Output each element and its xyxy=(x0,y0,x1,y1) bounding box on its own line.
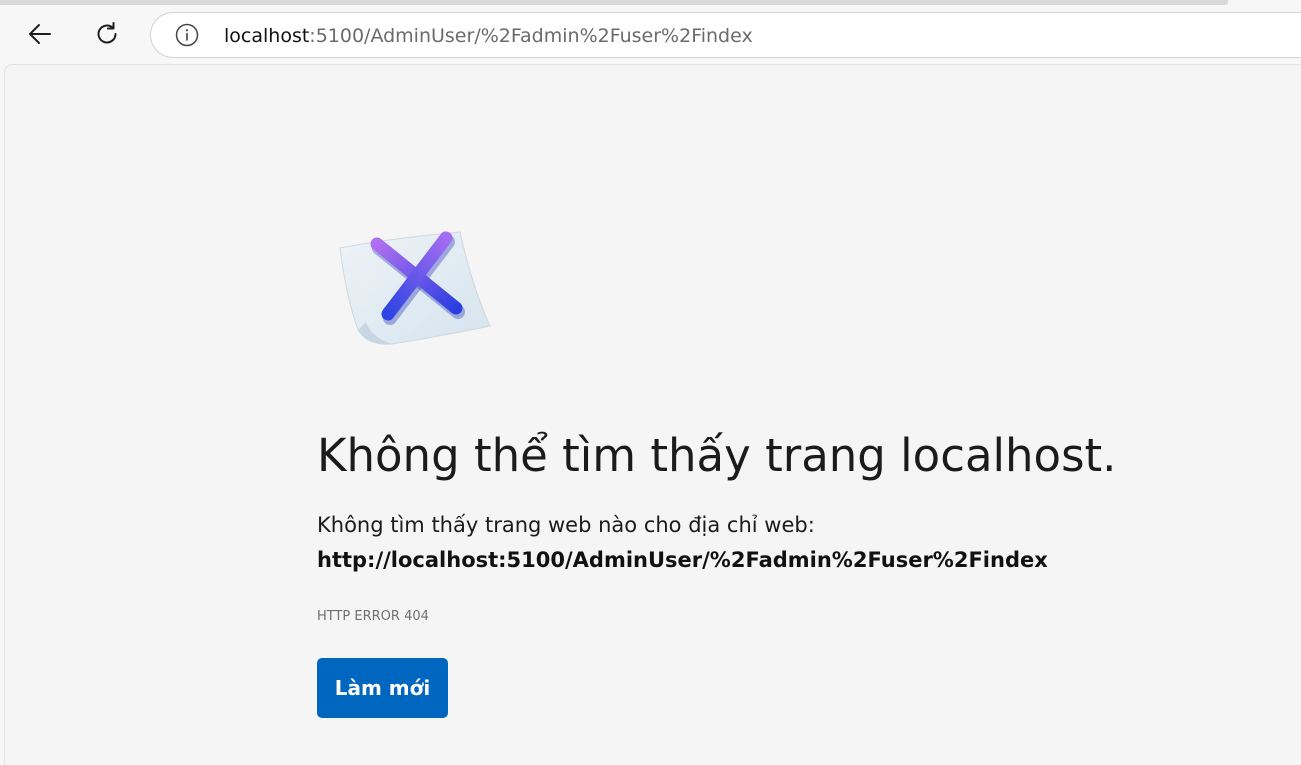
error-x-page-icon xyxy=(339,231,491,345)
back-button[interactable] xyxy=(20,14,60,54)
address-path: :5100/AdminUser/%2Fadmin%2Fuser%2Findex xyxy=(309,25,753,47)
error-url: http://localhost:5100/AdminUser/%2Fadmin… xyxy=(317,548,1048,572)
error-description: Không tìm thấy trang web nào cho địa chỉ… xyxy=(317,513,815,537)
page-content xyxy=(4,64,1301,765)
back-arrow-icon xyxy=(29,24,51,44)
reload-button[interactable] xyxy=(87,14,127,54)
address-url[interactable]: localhost:5100/AdminUser/%2Fadmin%2Fuser… xyxy=(224,24,753,48)
address-host: localhost xyxy=(224,25,310,47)
address-bar[interactable]: localhost:5100/AdminUser/%2Fadmin%2Fuser… xyxy=(150,12,1301,58)
info-icon[interactable] xyxy=(175,23,199,47)
refresh-button[interactable]: Làm mới xyxy=(317,658,448,718)
browser-toolbar: localhost:5100/AdminUser/%2Fadmin%2Fuser… xyxy=(0,0,1301,66)
tab-strip-edge xyxy=(0,0,1228,5)
reload-icon xyxy=(97,22,117,44)
error-code: HTTP ERROR 404 xyxy=(317,609,429,624)
error-heading: Không thể tìm thấy trang localhost. xyxy=(317,429,1117,482)
